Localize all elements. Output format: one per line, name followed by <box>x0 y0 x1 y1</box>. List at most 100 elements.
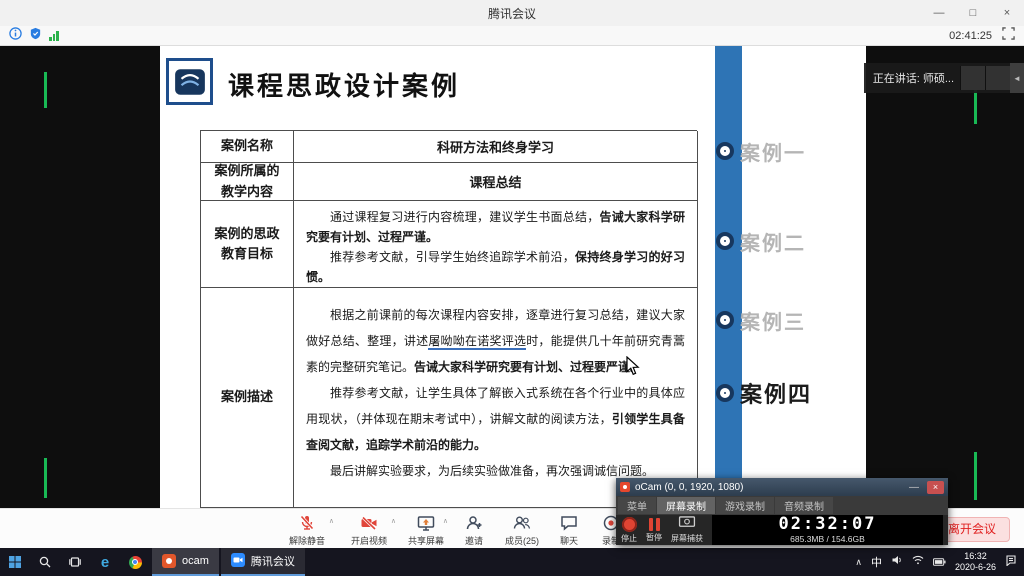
collapse-icon: ◄ <box>1013 74 1021 83</box>
windows-taskbar: e ocam 腾讯会议 ∧ 中 16:32 20 <box>0 548 1024 576</box>
meeting-duration: 02:41:25 <box>949 30 992 42</box>
ocam-pause-button[interactable]: 暂停 <box>646 517 662 543</box>
ocam-logo-icon <box>620 482 630 492</box>
nav-case-1: 案例一 <box>715 138 806 164</box>
row-label-description: 案例描述 <box>201 288 294 508</box>
ocam-stop-button[interactable]: 停止 <box>621 517 637 544</box>
slide-title: 课程思政设计案例 <box>228 66 460 103</box>
bullet-icon <box>720 236 730 246</box>
share-marker-bottom-right <box>974 452 977 500</box>
caret-up-icon[interactable]: ∧ <box>391 517 396 525</box>
invite-person-icon <box>465 514 483 532</box>
network-signal-icon <box>49 31 59 41</box>
ocam-window: oCam (0, 0, 1920, 1080) — × 菜单 屏幕录制 游戏录制… <box>616 478 948 545</box>
ocam-window-title: oCam (0, 0, 1920, 1080) <box>635 482 901 493</box>
collapse-banner-button[interactable]: ◄ <box>1010 63 1024 93</box>
video-thumbnail[interactable] <box>985 66 1010 90</box>
fullscreen-icon[interactable] <box>1002 27 1015 45</box>
row-label-teaching-content: 案例所属的教学内容 <box>201 163 294 201</box>
taskbar-clock[interactable]: 16:32 2020-6-26 <box>955 551 996 573</box>
presentation-slide: 课程思政设计案例 案例名称 科研方法和终身学习 案例所属的教学内容 课程总结 案… <box>160 46 866 508</box>
speaking-text: 正在讲话: 师硕... <box>873 70 954 86</box>
camera-off-icon <box>360 514 378 532</box>
system-tray: ∧ 中 16:32 2020-6-26 <box>848 548 1024 576</box>
meeting-info-icon[interactable] <box>9 27 22 45</box>
network-icon[interactable] <box>912 553 924 571</box>
search-icon[interactable] <box>30 548 60 576</box>
unmute-button[interactable]: 解除静音 ∧ <box>276 512 338 547</box>
ocam-tab-bar: 菜单 屏幕录制 游戏录制 音频录制 <box>616 496 948 515</box>
case-table: 案例名称 科研方法和终身学习 案例所属的教学内容 课程总结 案例的思政教育目标 … <box>200 130 697 508</box>
share-marker-top-left <box>44 72 47 108</box>
ocam-close-icon[interactable]: × <box>927 481 944 494</box>
volume-icon[interactable] <box>891 553 903 571</box>
share-marker-bottom-left <box>44 458 47 498</box>
close-icon[interactable]: × <box>990 0 1024 26</box>
window-titlebar: 腾讯会议 — □ × <box>0 0 1024 26</box>
underlined-text: 屠呦呦在诺奖评选 <box>428 334 526 350</box>
case-description-text: 根据之前课前的每次课程内容安排，逐章进行复习总结，建议大家做好总结、整理，讲述屠… <box>294 288 698 508</box>
case-name-value: 科研方法和终身学习 <box>294 131 698 163</box>
taskbar-app-meeting[interactable]: 腾讯会议 <box>221 548 305 576</box>
bold-text: 告诫大家科学研究要有计划、过程要严谨。 <box>414 360 642 374</box>
bullet-icon <box>720 315 730 325</box>
invite-button[interactable]: 邀请 <box>452 512 496 547</box>
share-screen-button[interactable]: 共享屏幕 ∧ <box>400 512 452 547</box>
meeting-window: 腾讯会议 — □ × 02:41:25 <box>0 0 1024 576</box>
pause-icon <box>649 517 660 531</box>
nav-case-4: 案例四 <box>715 380 812 406</box>
tray-expand-icon[interactable]: ∧ <box>855 557 862 568</box>
caret-up-icon[interactable]: ∧ <box>329 517 334 525</box>
start-button[interactable] <box>0 548 30 576</box>
window-title: 腾讯会议 <box>488 5 536 22</box>
maximize-icon[interactable]: □ <box>956 0 990 26</box>
row-label-education-goal: 案例的思政教育目标 <box>201 201 294 288</box>
task-view-icon[interactable] <box>60 548 90 576</box>
ocam-capture-button[interactable]: 屏幕捕获 <box>671 516 703 544</box>
bullet-icon <box>720 388 730 398</box>
share-marker-top-right <box>974 90 977 124</box>
speaking-banner: 正在讲话: 师硕... ◄ <box>864 63 1024 93</box>
start-video-button[interactable]: 开启视频 ∧ <box>338 512 400 547</box>
course-logo-icon <box>166 58 213 105</box>
chrome-browser-icon[interactable] <box>120 548 150 576</box>
desc-paragraph-2: 推荐参考文献，让学生具体了解嵌入式系统在各个行业中的具体应用现状，（并体现在期末… <box>306 380 685 458</box>
caret-up-icon[interactable]: ∧ <box>443 517 448 525</box>
taskbar-app-ocam[interactable]: ocam <box>152 548 219 576</box>
nav-case-2: 案例二 <box>715 228 806 254</box>
minimize-icon[interactable]: — <box>922 0 956 26</box>
ocam-timer-panel: 02:32:07 685.3MB / 154.6GB <box>712 515 943 545</box>
mouse-cursor <box>626 356 640 381</box>
shared-screen-area: 课程思政设计案例 案例名称 科研方法和终身学习 案例所属的教学内容 课程总结 案… <box>0 46 1024 508</box>
ocam-body: 停止 暂停 屏幕捕获 02:32:07 685.3MB / 154.6GB <box>616 515 948 545</box>
notification-center-icon[interactable] <box>1005 553 1017 571</box>
share-screen-icon <box>417 514 435 532</box>
chat-button[interactable]: 聊天 <box>548 512 590 547</box>
teaching-content-value: 课程总结 <box>294 163 698 201</box>
ocam-titlebar[interactable]: oCam (0, 0, 1920, 1080) — × <box>616 478 948 496</box>
goal-paragraph-1: 通过课程复习进行内容梳理，建议学生书面总结，告诫大家科学研究要有计划、过程严谨。 <box>306 207 685 247</box>
battery-icon[interactable] <box>933 553 946 571</box>
ocam-minimize-icon[interactable]: — <box>906 482 922 493</box>
ocam-tab-audio-record[interactable]: 音频录制 <box>775 497 833 514</box>
stop-icon <box>622 517 637 532</box>
security-shield-icon[interactable] <box>29 27 42 45</box>
ime-indicator[interactable]: 中 <box>871 554 882 570</box>
members-button[interactable]: 成员(25) <box>496 512 548 547</box>
bullet-icon <box>720 146 730 156</box>
meeting-info-bar: 02:41:25 <box>0 26 1024 46</box>
ocam-tab-screen-record[interactable]: 屏幕录制 <box>657 497 715 514</box>
goal-paragraph-2: 推荐参考文献，引导学生始终追踪学术前沿，保持终身学习的好习惯。 <box>306 247 685 287</box>
ocam-menu-button[interactable]: 菜单 <box>618 497 656 514</box>
edge-browser-icon[interactable]: e <box>90 548 120 576</box>
video-thumbnail[interactable] <box>960 66 985 90</box>
microphone-muted-icon <box>298 514 316 532</box>
row-label-case-name: 案例名称 <box>201 131 294 163</box>
chat-bubble-icon <box>560 514 578 532</box>
members-icon <box>513 514 531 532</box>
window-controls: — □ × <box>922 0 1024 26</box>
slide-nav-bar <box>715 46 742 508</box>
nav-case-3: 案例三 <box>715 307 806 333</box>
ocam-tab-game-record[interactable]: 游戏录制 <box>716 497 774 514</box>
recording-timer: 02:32:07 <box>779 516 877 533</box>
